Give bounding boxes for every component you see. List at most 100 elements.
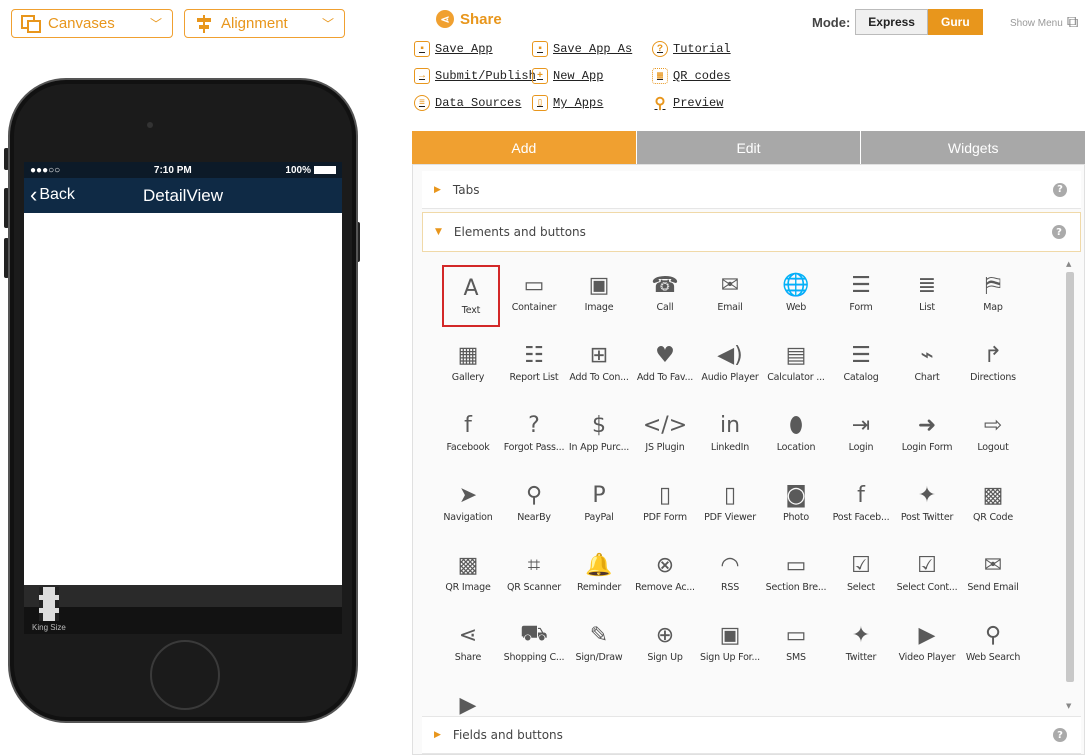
- element-tile[interactable]: ⌁ Chart: [894, 332, 960, 398]
- element-tile[interactable]: ▤ Calculator ...: [763, 332, 829, 398]
- element-tile[interactable]: $ In App Purc...: [566, 402, 632, 468]
- element-tile[interactable]: 🌐 Web: [763, 262, 829, 328]
- tab-edit[interactable]: Edit: [635, 131, 861, 164]
- element-tile[interactable]: ▩ QR Code: [960, 472, 1026, 538]
- element-tile[interactable]: 🔔 Reminder: [566, 542, 632, 608]
- tab-king-size[interactable]: King Size: [32, 587, 66, 632]
- element-tile[interactable]: ▭ Container: [501, 262, 567, 328]
- element-tile[interactable]: ☷ Report List: [501, 332, 567, 398]
- alignment-dropdown[interactable]: Alignment ﹀: [184, 9, 345, 38]
- element-tile[interactable]: ☑ Select Cont...: [894, 542, 960, 608]
- element-tile[interactable]: ♥ Add To Fav...: [632, 332, 698, 398]
- preview-label: Preview: [673, 96, 724, 110]
- element-tile[interactable]: ▩ QR Image: [435, 542, 501, 608]
- element-tile[interactable]: ⛿ Map: [960, 262, 1026, 328]
- tutorial-link[interactable]: ? Tutorial: [652, 41, 731, 57]
- element-tile[interactable]: ⬮ Location: [763, 402, 829, 468]
- element-tile[interactable]: ▯ PDF Viewer: [697, 472, 763, 538]
- section-elements[interactable]: ▼ Elements and buttons ?: [422, 212, 1081, 252]
- element-tile[interactable]: f Post Faceb...: [828, 472, 894, 538]
- section-tabs[interactable]: ▶ Tabs ?: [422, 171, 1081, 209]
- elements-scrollbar[interactable]: ▲ ▼: [1064, 260, 1076, 714]
- preview-link[interactable]: ⚲ Preview: [652, 95, 724, 113]
- element-tile[interactable]: ▦ Gallery: [435, 332, 501, 398]
- element-tile[interactable]: </> JS Plugin: [632, 402, 698, 468]
- scrollbar-thumb[interactable]: [1066, 272, 1074, 682]
- element-tile[interactable]: ◙ Photo: [763, 472, 829, 538]
- element-tile[interactable]: in LinkedIn: [697, 402, 763, 468]
- show-menu-link[interactable]: Show Menu ⧉: [1010, 14, 1078, 32]
- mode-express-button[interactable]: Express: [855, 9, 928, 35]
- element-tile[interactable]: ✉ Send Email: [960, 542, 1026, 608]
- element-tile[interactable]: ▣ Image: [566, 262, 632, 328]
- element-tile[interactable]: ▣ Sign Up For...: [697, 612, 763, 678]
- scroll-up-icon[interactable]: ▲: [1066, 260, 1071, 268]
- element-tile[interactable]: ⛟ Shopping C...: [501, 612, 567, 678]
- element-icon: ≣: [917, 272, 937, 298]
- qr-codes-label: QR codes: [673, 69, 731, 83]
- element-icon: ⇨: [983, 412, 1003, 438]
- element-tile[interactable]: ? Forgot Pass...: [501, 402, 567, 468]
- element-tile[interactable]: ✦ Post Twitter: [894, 472, 960, 538]
- element-tile[interactable]: ⚲ Web Search: [960, 612, 1026, 678]
- element-tile[interactable]: ✎ Sign/Draw: [566, 612, 632, 678]
- element-tile[interactable]: ⊗ Remove Ac...: [632, 542, 698, 608]
- element-tile[interactable]: ≣ List: [894, 262, 960, 328]
- element-tile[interactable]: ▶ Video Player: [894, 612, 960, 678]
- element-tile[interactable]: ⋖ Share: [435, 612, 501, 678]
- element-tile[interactable]: ◠ RSS: [697, 542, 763, 608]
- element-tile[interactable]: ➜ Login Form: [894, 402, 960, 468]
- help-icon: ?: [652, 41, 668, 57]
- element-tile[interactable]: ☰ Form: [828, 262, 894, 328]
- element-icon: ☰: [851, 342, 871, 368]
- element-tile[interactable]: ▭ Section Bre...: [763, 542, 829, 608]
- element-tile[interactable]: ☰ Catalog: [828, 332, 894, 398]
- element-label: Shopping C...: [503, 652, 565, 663]
- element-icon: f: [857, 482, 865, 508]
- scroll-down-icon[interactable]: ▼: [1066, 702, 1071, 710]
- my-apps-link[interactable]: ▯ My Apps: [532, 95, 603, 111]
- data-sources-link[interactable]: ≡ Data Sources: [414, 95, 521, 111]
- element-tile[interactable]: ⇨ Logout: [960, 402, 1026, 468]
- qr-codes-link[interactable]: ▦ QR codes: [652, 68, 731, 84]
- help-icon[interactable]: ?: [1052, 225, 1066, 239]
- element-tile[interactable]: f Facebook: [435, 402, 501, 468]
- section-fields[interactable]: ▶ Fields and buttons ?: [422, 716, 1081, 754]
- nav-title: DetailView: [142, 186, 223, 205]
- element-tile[interactable]: ▭ SMS: [763, 612, 829, 678]
- element-tile[interactable]: ↱ Directions: [960, 332, 1026, 398]
- tab-add[interactable]: Add: [412, 131, 636, 164]
- mode-guru-button[interactable]: Guru: [927, 9, 983, 35]
- element-tile[interactable]: ✉ Email: [697, 262, 763, 328]
- element-tile[interactable]: A Text: [442, 265, 500, 327]
- submit-publish-link[interactable]: → Submit/Publish: [414, 68, 536, 84]
- element-tile[interactable]: ⚲ NearBy: [501, 472, 567, 538]
- element-tile[interactable]: ▯ PDF Form: [632, 472, 698, 538]
- element-tile[interactable]: ✦ Twitter: [828, 612, 894, 678]
- element-tile[interactable]: ➤ Navigation: [435, 472, 501, 538]
- new-app-link[interactable]: + New App: [532, 68, 603, 84]
- element-tile[interactable]: ◀) Audio Player: [697, 332, 763, 398]
- element-tile[interactable]: P PayPal: [566, 472, 632, 538]
- element-tile[interactable]: ⊕ Sign Up: [632, 612, 698, 678]
- phone-screen[interactable]: ●●●○○ 7:10 PM 100% ‹ Back DetailView Kin…: [24, 162, 342, 634]
- element-tile[interactable]: ☑ Select: [828, 542, 894, 608]
- element-icon: ⚲: [984, 622, 1002, 648]
- help-icon[interactable]: ?: [1053, 182, 1067, 197]
- alignment-label: Alignment: [221, 15, 288, 32]
- canvases-dropdown[interactable]: Canvases ﹀: [11, 9, 173, 38]
- element-tile[interactable]: ⇥ Login: [828, 402, 894, 468]
- element-label: Container: [511, 302, 557, 313]
- element-tile[interactable]: ⌗ QR Scanner: [501, 542, 567, 608]
- share-button[interactable]: ⋖ Share: [436, 10, 502, 28]
- element-icon: ▯: [723, 482, 737, 508]
- element-icon: 🌐: [782, 272, 810, 298]
- element-label: RSS: [720, 582, 740, 593]
- element-tile[interactable]: ⊞ Add To Con...: [566, 332, 632, 398]
- help-icon[interactable]: ?: [1053, 728, 1067, 742]
- element-tile[interactable]: ☎ Call: [632, 262, 698, 328]
- tab-widgets[interactable]: Widgets: [860, 131, 1085, 164]
- save-app-link[interactable]: ▪ Save App: [414, 41, 493, 57]
- element-label: Logout: [977, 442, 1009, 453]
- save-app-as-link[interactable]: ▪ Save App As: [532, 41, 632, 57]
